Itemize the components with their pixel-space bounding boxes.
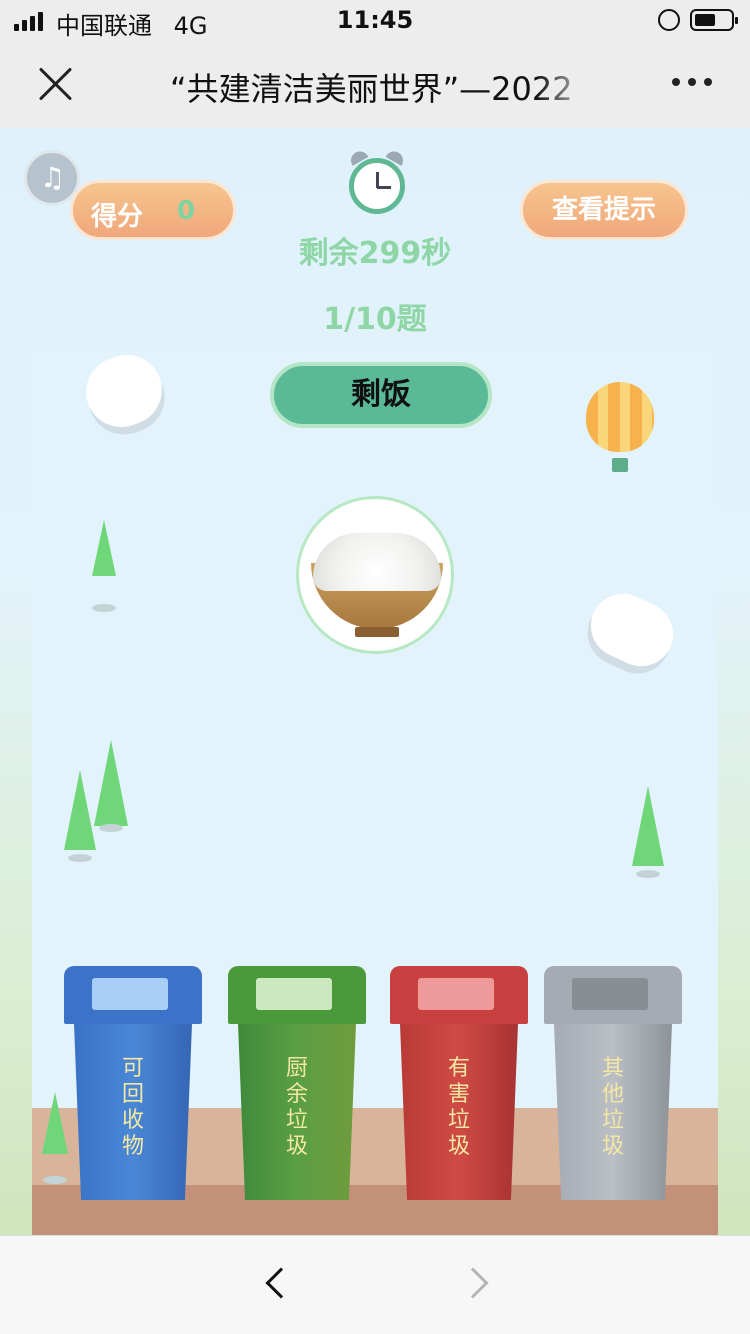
balloon-basket xyxy=(612,458,628,472)
timer-text: 剩余299秒 xyxy=(298,236,452,271)
alarm-clock-icon xyxy=(345,148,409,216)
forward-arrow-icon[interactable] xyxy=(457,1267,489,1299)
hazardous-waste-bin[interactable]: 有害垃圾 xyxy=(390,966,528,1202)
bin-label: 其他垃圾 xyxy=(601,1056,624,1159)
bin-label: 有害垃圾 xyxy=(447,1056,470,1159)
bin-label: 厨余垃圾 xyxy=(285,1056,308,1159)
tree-icon xyxy=(632,786,664,878)
more-icon[interactable] xyxy=(672,78,712,86)
tree-icon xyxy=(64,770,96,862)
item-name-label: 剩饭 xyxy=(270,362,492,428)
browser-toolbar xyxy=(0,1235,750,1334)
trash-item[interactable] xyxy=(296,496,454,654)
back-arrow-icon[interactable] xyxy=(265,1267,297,1299)
hot-air-balloon-icon xyxy=(586,382,654,452)
rotation-lock-icon xyxy=(658,9,680,31)
close-icon[interactable] xyxy=(38,66,74,102)
question-progress: 1/10题 xyxy=(323,302,427,337)
tree-icon xyxy=(42,1092,68,1184)
tree-icon xyxy=(94,740,128,832)
page-title: “共建清洁美丽世界”—2022 xyxy=(170,70,573,108)
battery-icon xyxy=(690,9,738,31)
status-time: 11:45 xyxy=(336,6,414,34)
tree-icon xyxy=(92,520,116,612)
other-waste-bin[interactable]: 其他垃圾 xyxy=(544,966,682,1202)
recyclable-bin[interactable]: 可回收物 xyxy=(64,966,202,1202)
game-area: 得分 0 查看提示 剩余299秒 1/10题 剩饭 可回收物 厨余垃圾 有害垃圾 xyxy=(0,128,750,1235)
score-value: 0 xyxy=(177,196,196,226)
status-bar: 中国联通 4G 11:45 xyxy=(0,0,750,40)
kitchen-waste-bin[interactable]: 厨余垃圾 xyxy=(228,966,366,1202)
nav-bar: “共建清洁美丽世界”—2022 xyxy=(0,40,750,128)
bin-label: 可回收物 xyxy=(121,1056,144,1159)
rice-icon xyxy=(313,533,441,591)
